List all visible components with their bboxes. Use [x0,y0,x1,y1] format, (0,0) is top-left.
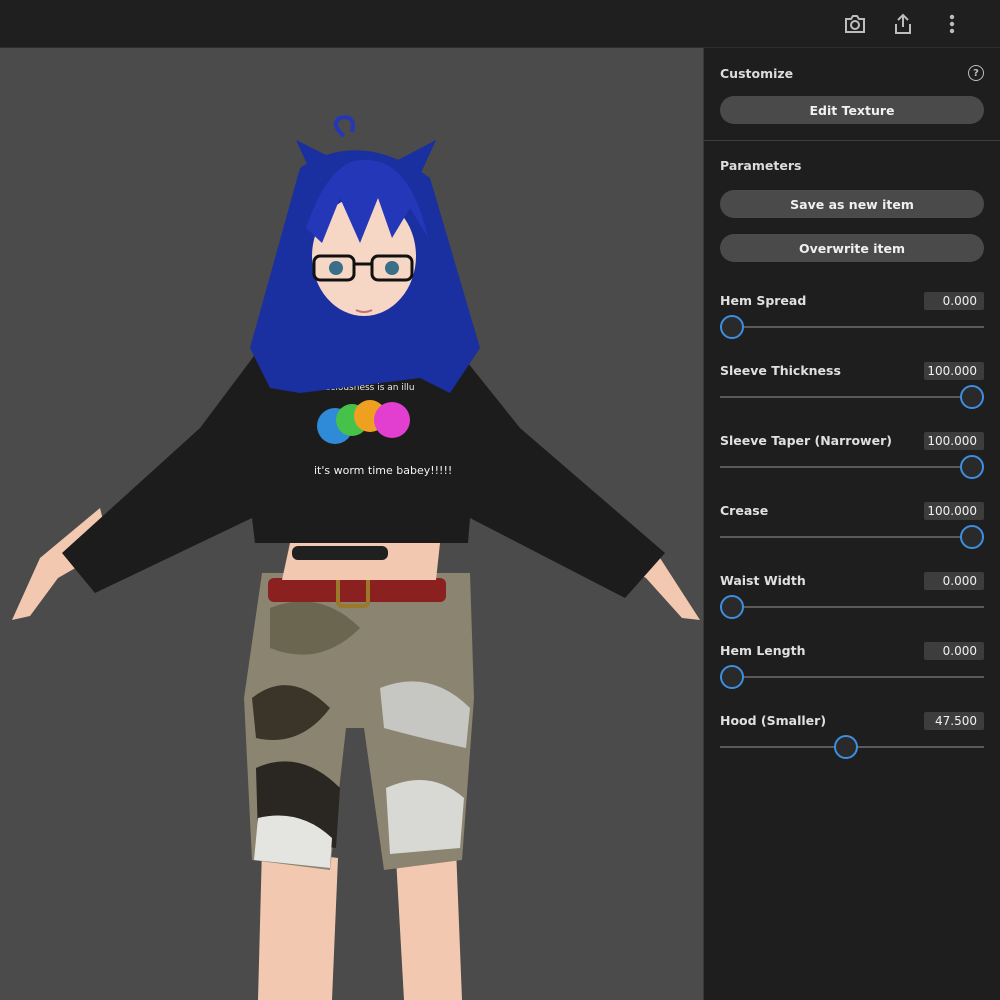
parameter-slider-row: Sleeve Taper (Narrower) 100.000 [720,432,984,493]
slider-handle[interactable] [960,525,984,549]
parameter-label: Hood (Smaller) [720,713,827,728]
slider-handle[interactable] [720,315,744,339]
slider-track[interactable] [720,536,984,538]
overwrite-item-button[interactable]: Overwrite item [720,234,984,262]
parameter-slider-row: Waist Width 0.000 [720,572,984,633]
slider-track[interactable] [720,676,984,678]
parameter-label: Hem Spread [720,293,807,308]
parameter-slider-row: Sleeve Thickness 100.000 [720,362,984,423]
parameter-label: Crease [720,503,769,518]
slider-handle[interactable] [720,665,744,689]
parameter-value-field[interactable]: 0.000 [924,642,984,660]
slider-track[interactable] [720,326,984,328]
slider-track[interactable] [720,606,984,608]
parameter-value-field[interactable]: 47.500 [924,712,984,730]
parameter-value-field[interactable]: 100.000 [924,432,984,450]
parameter-slider-row: Hood (Smaller) 47.500 [720,712,984,773]
parameter-label: Waist Width [720,573,806,588]
parameter-label: Sleeve Thickness [720,363,841,378]
parameter-label: Sleeve Taper (Narrower) [720,433,892,448]
parameter-slider-row: Hem Spread 0.000 [720,292,984,353]
more-vertical-icon[interactable] [939,11,965,37]
camera-icon[interactable] [842,11,868,37]
parameter-value-field[interactable]: 0.000 [924,292,984,310]
slider-handle[interactable] [834,735,858,759]
parameters-title: Parameters [720,158,802,173]
avatar-model: nsciousness is an illu it's worm time ba… [12,115,700,1000]
parameter-slider-row: Crease 100.000 [720,502,984,563]
customize-panel: Customize ? Edit Texture Parameters Save… [703,48,1000,1000]
save-as-new-item-button[interactable]: Save as new item [720,190,984,218]
shirt-text-bottom: it's worm time babey!!!!! [314,464,452,477]
slider-handle[interactable] [960,455,984,479]
parameter-value-field[interactable]: 100.000 [924,362,984,380]
parameter-label: Hem Length [720,643,806,658]
edit-texture-button[interactable]: Edit Texture [720,96,984,124]
divider [704,140,1000,141]
avatar-viewport[interactable]: nsciousness is an illu it's worm time ba… [0,48,703,1000]
top-toolbar [0,0,1000,48]
parameter-value-field[interactable]: 100.000 [924,502,984,520]
slider-handle[interactable] [960,385,984,409]
slider-track[interactable] [720,396,984,398]
share-icon[interactable] [890,11,916,37]
parameter-slider-row: Hem Length 0.000 [720,642,984,703]
slider-handle[interactable] [720,595,744,619]
help-icon[interactable]: ? [968,65,984,81]
slider-track[interactable] [720,466,984,468]
customize-title: Customize [720,66,794,81]
parameter-value-field[interactable]: 0.000 [924,572,984,590]
